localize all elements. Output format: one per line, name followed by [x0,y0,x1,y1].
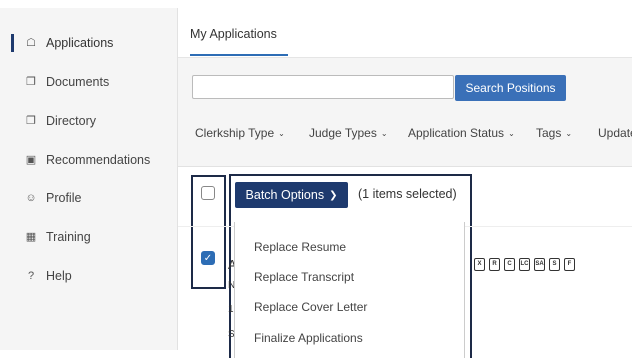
filter-label: Update [598,126,632,140]
letter-icon: ▣ [25,154,37,166]
batch-options-button[interactable]: Batch Options ❯ [235,182,348,208]
person-icon: ☺ [25,192,37,204]
menu-item-finalize-applications[interactable]: Finalize Applications [254,331,363,345]
statement-icon[interactable]: S [549,258,560,271]
tab-my-applications[interactable]: My Applications [190,27,277,41]
top-strip [0,0,632,8]
sidebar-item-label: Recommendations [46,153,151,167]
filter-clerkship-type[interactable]: Clerkship Type ⌄ [195,126,285,140]
sidebar-item-label: Help [46,269,72,283]
chevron-down-icon: ⌄ [565,129,573,138]
sidebar-item-recommendations[interactable]: ▣ Recommendations [0,148,177,172]
sidebar-item-training[interactable]: ▦ Training [0,225,177,249]
filter-label: Judge Types [309,126,377,140]
cover-letter-icon[interactable]: C [504,258,515,271]
sidebar-item-label: Profile [46,191,82,205]
tab-bar: My Applications [178,8,632,58]
chevron-down-icon: ⌄ [380,129,388,138]
batch-options-label: Batch Options [245,188,325,202]
calendar-icon: ▦ [25,231,37,243]
menu-item-replace-resume[interactable]: Replace Resume [254,240,346,254]
menu-item-replace-transcript[interactable]: Replace Transcript [254,270,354,284]
row-checkbox[interactable]: ✓ [201,251,215,265]
documents-icon: ❐ [26,76,36,88]
sidebar-item-profile[interactable]: ☺ Profile [0,186,177,210]
search-positions-button[interactable]: Search Positions [455,75,566,101]
filter-label: Tags [536,126,562,140]
filter-update[interactable]: Update [598,126,632,140]
filter-label: Clerkship Type [195,126,275,140]
sidebar: ☖ Applications ❐ Documents ❐ Directory ▣… [0,8,178,350]
sample-icon[interactable]: SA [534,258,545,271]
sidebar-item-label: Documents [46,75,110,89]
batch-options-menu: Replace Resume Replace Transcript Replac… [234,222,465,358]
filter-tags[interactable]: Tags ⌄ [536,126,572,140]
filter-judge-types[interactable]: Judge Types ⌄ [309,126,388,140]
chevron-down-icon: ❯ [329,189,338,201]
tab-active-underline [190,54,288,56]
chevron-down-icon: ⌄ [508,129,515,138]
filter-application-status[interactable]: Application Status ⌄ [408,126,515,140]
sidebar-item-label: Applications [46,36,114,50]
folder-icon: ❐ [26,115,36,127]
filter-panel: Search Positions Clerkship Type ⌄ Judge T… [178,58,632,167]
active-indicator [11,34,14,52]
briefcase-icon: ☖ [26,37,36,49]
sidebar-item-label: Directory [46,114,97,128]
help-icon: ? [27,270,35,282]
row-partial-text: 1 [228,304,234,315]
sidebar-item-directory[interactable]: ❐ Directory [0,109,177,133]
sidebar-item-help[interactable]: ? Help [0,264,177,288]
file-icon[interactable]: F [564,258,575,271]
search-input[interactable] [192,75,454,99]
chevron-down-icon: ⌄ [278,129,285,138]
sidebar-item-applications[interactable]: ☖ Applications [0,31,177,55]
selection-count: (1 items selected) [358,187,457,201]
letter-cover-icon[interactable]: LC [519,258,530,271]
sidebar-item-documents[interactable]: ❐ Documents [0,70,177,94]
resume-icon[interactable]: R [489,258,500,271]
document-icons: X R C LC SA S F [474,258,575,271]
main-content: My Applications Search Positions Clerksh… [178,8,632,358]
filter-label: Application Status [408,126,505,140]
document-x-icon[interactable]: X [474,258,485,271]
sidebar-item-label: Training [46,230,91,244]
menu-item-replace-cover-letter[interactable]: Replace Cover Letter [254,300,367,314]
select-all-checkbox[interactable] [201,186,215,200]
